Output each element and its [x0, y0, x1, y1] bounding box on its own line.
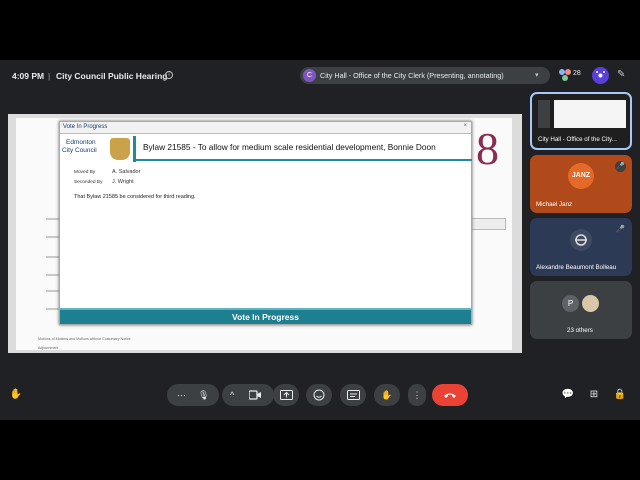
participants-button[interactable]: 28 [557, 68, 585, 83]
mic-icon: 🎙 [198, 390, 210, 400]
host-controls-icon[interactable]: 🔒 [610, 384, 630, 406]
seconded-by-value: J. Wright [112, 179, 134, 185]
others-tile[interactable]: P 23 others [530, 281, 632, 339]
moved-by-value: A. Salvador [112, 169, 141, 175]
meeting-title: City Council Public Hearing [56, 71, 168, 81]
presenter-label: City Hall - Office of the City Clerk (Pr… [320, 71, 504, 80]
bylaw-title: Bylaw 21585 - To allow for medium scale … [143, 142, 436, 152]
raise-hand-icon: ✋ [381, 390, 393, 400]
present-button[interactable] [273, 384, 299, 406]
participant-avatar-photo [582, 295, 599, 312]
meet-window: 4:09 PM | City Council Public Hearing i … [0, 60, 640, 420]
participant-tile[interactable]: City Hall - Office of the City... [530, 92, 632, 150]
moved-by-label: Moved By [74, 170, 96, 175]
participant-tile[interactable]: 🎤 Alexandre Beaumont Bolleau [530, 218, 632, 276]
participant-count: 28 [573, 70, 581, 77]
emoji-icon [313, 389, 325, 401]
logo-text: Edmonton [66, 139, 96, 146]
people-icon-dot [565, 69, 571, 75]
effects-button[interactable] [592, 67, 609, 84]
mic-off-icon: 🎤 [616, 226, 625, 233]
emoji-button[interactable] [306, 384, 332, 406]
participant-avatar [570, 229, 592, 251]
participant-name: Alexandre Beaumont Bolleau [536, 264, 617, 271]
vote-status-banner: Vote In Progress [60, 308, 471, 324]
participant-tile[interactable]: JANZ 🎤 Michael Janz [530, 155, 632, 213]
participant-name: City Hall - Office of the City... [538, 136, 617, 143]
clock: 4:09 PM [12, 71, 45, 81]
raise-hand-button[interactable]: ✋ [374, 384, 400, 406]
close-icon[interactable]: × [463, 123, 467, 129]
end-call-icon [444, 393, 456, 398]
motion-text: That Bylaw 21585 be considered for third… [74, 194, 196, 200]
others-count: 23 others [567, 327, 593, 334]
logo-text: City Council [62, 147, 97, 154]
mic-button[interactable]: ⋯ 🎙 [167, 384, 219, 406]
people-icon-dot [562, 75, 568, 81]
city-crest-icon [110, 138, 130, 160]
participant-name: Michael Janz [536, 201, 573, 208]
agenda-digit: 8 [476, 123, 499, 174]
chevron-up-icon[interactable]: ^ [230, 390, 234, 400]
info-icon[interactable]: i [165, 71, 173, 79]
hand-off-icon[interactable]: ✋ [6, 384, 26, 406]
presenter-chip[interactable]: C City Hall - Office of the City Clerk (… [300, 67, 550, 84]
chevron-down-icon[interactable]: ▾ [535, 71, 539, 79]
sparkle-icon [596, 71, 605, 78]
top-bar: 4:09 PM | City Council Public Hearing i … [0, 60, 640, 92]
agenda-footer-line: Motions of Motions and Motions without C… [38, 337, 131, 341]
spiral-logo-icon [575, 234, 587, 246]
presenter-avatar: C [303, 69, 316, 82]
vote-dialog-header: Vote In Progress × [60, 122, 471, 134]
mic-off-icon: 🎤 [615, 161, 626, 172]
tile-screen-thumbnail [554, 100, 626, 128]
captions-button[interactable] [340, 384, 366, 406]
edmonton-logo: Edmonton City Council [60, 136, 136, 162]
separator: | [48, 71, 51, 81]
participant-avatar: P [562, 295, 579, 312]
camera-icon [249, 390, 261, 400]
more-icon[interactable]: ⋯ [177, 390, 186, 400]
camera-button[interactable]: ^ [222, 384, 274, 406]
activities-icon[interactable]: ⊞ [584, 384, 604, 406]
chat-icon[interactable]: 💬 [558, 384, 578, 406]
vote-dialog: Vote In Progress × Edmonton City Council… [59, 121, 472, 325]
tile-screen-sidebar [538, 100, 550, 128]
title-divider [136, 159, 472, 161]
seconded-by-label: Seconded By [74, 180, 103, 185]
participant-avatar: JANZ [568, 163, 594, 189]
vote-dialog-title: Vote In Progress [63, 124, 108, 130]
agenda-footer-line: Adjournment [38, 346, 59, 350]
captions-icon [346, 390, 360, 400]
more-options-icon: ⋮ [412, 390, 422, 400]
present-icon [279, 390, 293, 400]
end-call-button[interactable] [432, 384, 468, 406]
vote-status-text: Vote In Progress [232, 312, 299, 322]
more-options-button[interactable]: ⋮ [408, 384, 426, 406]
annotate-pen-icon[interactable]: ✎ [617, 69, 625, 80]
